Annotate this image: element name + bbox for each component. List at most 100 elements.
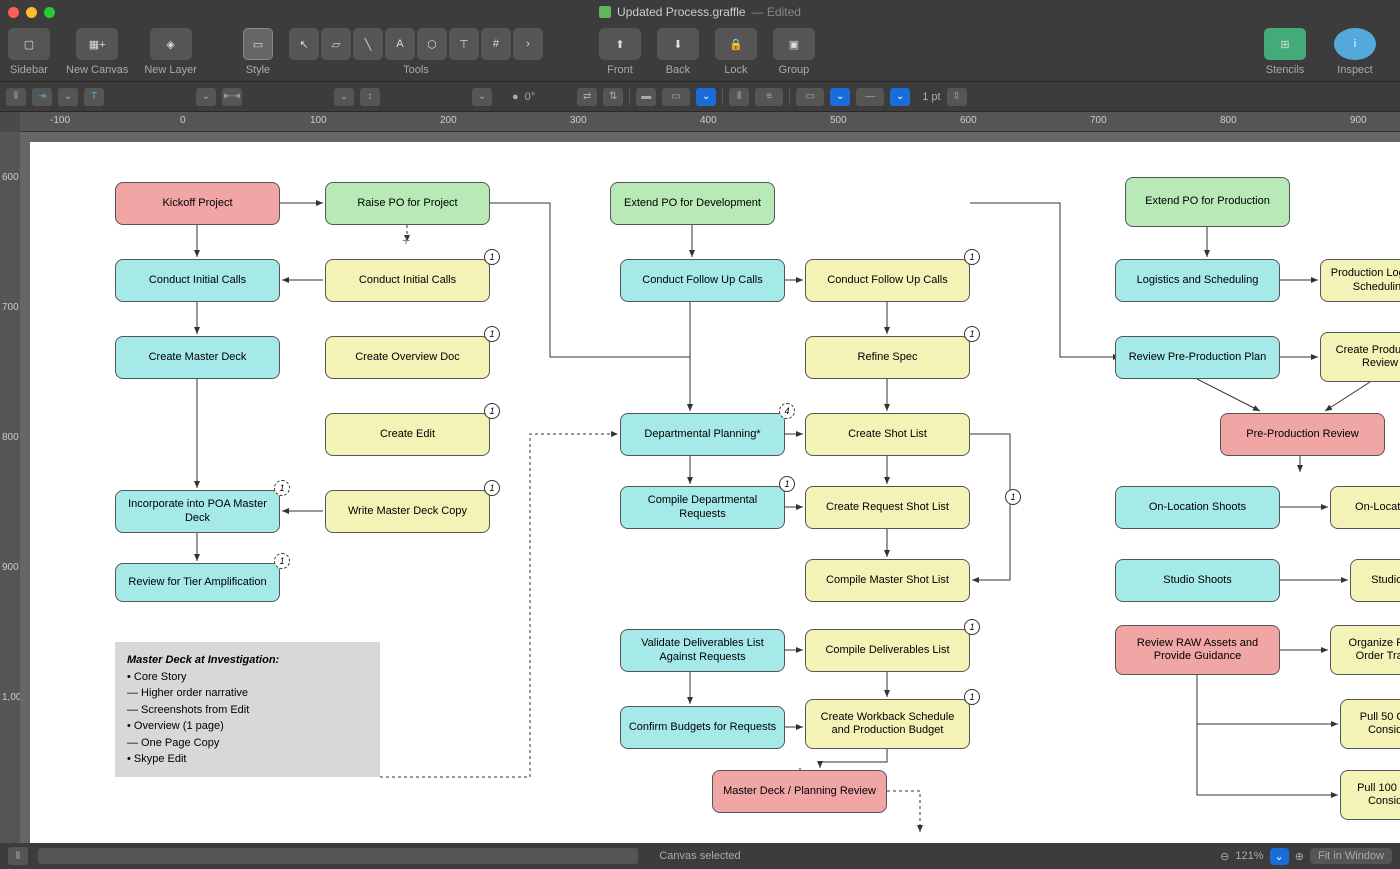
flow-node-n8[interactable]: Incorporate into POA Master Deck	[115, 490, 280, 533]
stroke-color[interactable]: ▭	[796, 88, 824, 106]
flow-node-n34[interactable]: Studio Sh	[1350, 559, 1400, 602]
flow-node-n16[interactable]: Create Shot List	[805, 413, 970, 456]
stroke-stepper[interactable]: ⇳	[947, 88, 967, 106]
stroke-icon[interactable]: ⦀	[729, 88, 749, 106]
close-icon[interactable]	[8, 7, 19, 18]
flow-node-n25[interactable]: Extend PO for Production	[1125, 177, 1290, 227]
node-badge: 1	[274, 553, 290, 569]
flow-node-n1[interactable]: Kickoff Project	[115, 182, 280, 225]
flow-node-n26[interactable]: Logistics and Scheduling	[1115, 259, 1280, 302]
dropdown3[interactable]: ⌄	[334, 88, 354, 106]
flow-node-n24[interactable]: Master Deck / Planning Review	[712, 770, 887, 813]
flow-node-n7[interactable]: Create Edit	[325, 413, 490, 456]
new-canvas-button[interactable]: ▦+	[76, 28, 118, 60]
style-label: Style	[246, 64, 270, 76]
document-icon	[599, 6, 611, 18]
sidebar-label: Sidebar	[10, 64, 48, 76]
shadow-icon[interactable]: ▬	[636, 88, 656, 106]
inspect-button[interactable]: i	[1334, 28, 1376, 60]
flow-node-n13[interactable]: Conduct Follow Up Calls	[805, 259, 970, 302]
flow-node-n32[interactable]: On-Location	[1330, 486, 1400, 529]
flow-node-n18[interactable]: Create Request Shot List	[805, 486, 970, 529]
fit-window-button[interactable]: Fit in Window	[1310, 848, 1392, 864]
dropdown4[interactable]: ⌄	[472, 88, 492, 106]
node-badge: 1	[964, 249, 980, 265]
add-connection-icon[interactable]: +	[402, 232, 410, 248]
flow-node-n30[interactable]: Pre-Production Review	[1220, 413, 1385, 456]
align-handle-icon[interactable]: ⦀	[6, 88, 26, 106]
flow-node-n9[interactable]: Write Master Deck Copy	[325, 490, 490, 533]
new-layer-button[interactable]: ◈	[150, 28, 192, 60]
grid-tool[interactable]: #	[481, 28, 511, 60]
select-tool[interactable]: ↖	[289, 28, 319, 60]
fill-dropdown[interactable]: ⌄	[696, 88, 716, 106]
flow-node-n15[interactable]: Departmental Planning*	[620, 413, 785, 456]
line-tool[interactable]: ╲	[353, 28, 383, 60]
scrollbar[interactable]	[38, 848, 638, 864]
flow-node-n38[interactable]: Pull 100 P for Consider	[1340, 770, 1400, 820]
stroke-style[interactable]: ≡	[755, 88, 783, 106]
canvas-note[interactable]: Master Deck at Investigation:• Core Stor…	[115, 642, 380, 777]
text-icon[interactable]: T	[84, 88, 104, 106]
dropdown2[interactable]: ⌄	[196, 88, 216, 106]
text-tool[interactable]: A	[385, 28, 415, 60]
flow-node-n19[interactable]: Compile Master Shot List	[805, 559, 970, 602]
flow-node-n5[interactable]: Create Master Deck	[115, 336, 280, 379]
flow-node-n33[interactable]: Studio Shoots	[1115, 559, 1280, 602]
flip-v-icon[interactable]: ⇅	[603, 88, 623, 106]
flow-node-n6[interactable]: Create Overview Doc	[325, 336, 490, 379]
front-button[interactable]: ⬆	[599, 28, 641, 60]
flow-node-n21[interactable]: Compile Deliverables List	[805, 629, 970, 672]
flow-node-n35[interactable]: Review RAW Assets and Provide Guidance	[1115, 625, 1280, 675]
flow-node-n10[interactable]: Review for Tier Amplification	[115, 563, 280, 602]
zoom-out-icon[interactable]: ⊖	[1220, 850, 1229, 863]
canvas-viewport[interactable]: Kickoff Project Raise PO for Project Condu…	[20, 132, 1400, 843]
stroke-color-dropdown[interactable]: ⌄	[830, 88, 850, 106]
flow-node-n17[interactable]: Compile Departmental Requests	[620, 486, 785, 529]
handle-icon[interactable]: ⦀	[8, 847, 28, 865]
dropdown1[interactable]: ⌄	[58, 88, 78, 106]
flow-node-n28[interactable]: Review Pre-Production Plan	[1115, 336, 1280, 379]
flow-node-n2[interactable]: Raise PO for Project	[325, 182, 490, 225]
flow-node-n27[interactable]: Production Logistics Scheduling	[1320, 259, 1400, 302]
snap-icon[interactable]: ⇥	[32, 88, 52, 106]
flow-node-n36[interactable]: Organize RAW Order Trans	[1330, 625, 1400, 675]
flow-node-n37[interactable]: Pull 50 C for Consider	[1340, 699, 1400, 749]
zoom-icon[interactable]	[44, 7, 55, 18]
line-style-dropdown[interactable]: ⌄	[890, 88, 910, 106]
width-icon[interactable]: ⇤⇥	[222, 88, 242, 106]
zoom-dropdown[interactable]: ⌄	[1270, 848, 1289, 865]
expand-tool[interactable]: ›	[513, 28, 543, 60]
minimize-icon[interactable]	[26, 7, 37, 18]
flow-node-n20[interactable]: Validate Deliverables List Against Reque…	[620, 629, 785, 672]
back-button[interactable]: ⬇	[657, 28, 699, 60]
flow-node-n22[interactable]: Confirm Budgets for Requests	[620, 706, 785, 749]
stencils-button[interactable]: ⊞	[1264, 28, 1306, 60]
zoom-in-icon[interactable]: ⊕	[1295, 850, 1304, 863]
fill-swatch[interactable]: ▭	[662, 88, 690, 106]
node-badge: 1	[964, 619, 980, 635]
lock-button[interactable]: 🔒	[715, 28, 757, 60]
flow-node-n11[interactable]: Extend PO for Development	[610, 182, 775, 225]
style-tool[interactable]: ▭	[243, 28, 273, 60]
node-badge: 1	[779, 476, 795, 492]
flip-h-icon[interactable]: ⇄	[577, 88, 597, 106]
point-tool[interactable]: ⊤	[449, 28, 479, 60]
node-badge: 1	[484, 403, 500, 419]
group-button[interactable]: ▣	[773, 28, 815, 60]
pen-tool[interactable]: ⬡	[417, 28, 447, 60]
edited-indicator: — Edited	[752, 5, 801, 19]
flow-node-n31[interactable]: On-Location Shoots	[1115, 486, 1280, 529]
flow-node-n14[interactable]: Refine Spec	[805, 336, 970, 379]
canvas[interactable]: Kickoff Project Raise PO for Project Condu…	[30, 142, 1400, 843]
shape-tool[interactable]: ▱	[321, 28, 351, 60]
flow-node-n4[interactable]: Conduct Initial Calls	[325, 259, 490, 302]
front-label: Front	[607, 64, 633, 76]
flow-node-n23[interactable]: Create Workback Schedule and Production …	[805, 699, 970, 749]
sidebar-toggle[interactable]: ▢	[8, 28, 50, 60]
line-style[interactable]: —	[856, 88, 884, 106]
flow-node-n29[interactable]: Create Production Review	[1320, 332, 1400, 382]
flow-node-n12[interactable]: Conduct Follow Up Calls	[620, 259, 785, 302]
flow-node-n3[interactable]: Conduct Initial Calls	[115, 259, 280, 302]
height-icon[interactable]: ↕	[360, 88, 380, 106]
